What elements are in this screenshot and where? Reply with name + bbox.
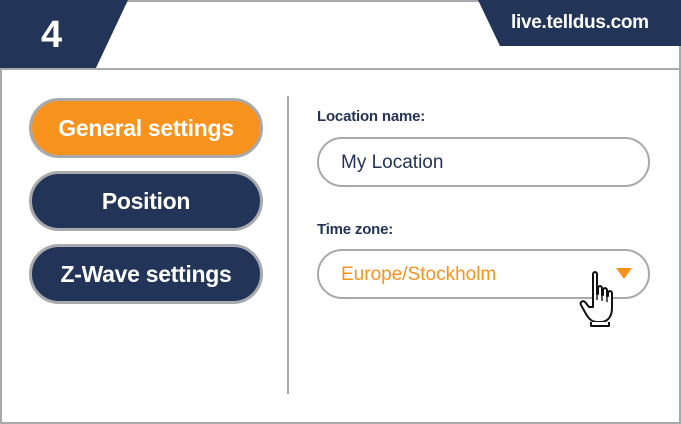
- zwave-settings-label: Z-Wave settings: [60, 260, 232, 287]
- time-zone-value: Europe/Stockholm: [341, 264, 497, 285]
- header-divider: [0, 68, 681, 70]
- position-label: Position: [101, 187, 191, 214]
- vertical-divider: [287, 96, 289, 394]
- step-number: 4: [41, 14, 63, 56]
- location-name-value: My Location: [341, 152, 444, 173]
- general-settings-button[interactable]: General settings: [29, 98, 263, 158]
- general-settings-label: General settings: [58, 114, 234, 141]
- zwave-settings-button[interactable]: Z-Wave settings: [29, 244, 263, 304]
- header-bar: 4 live.telldus.com: [0, 0, 681, 70]
- url-label[interactable]: live.telldus.com: [511, 11, 649, 35]
- step-badge: [0, 0, 128, 70]
- location-name-input[interactable]: My Location: [317, 137, 650, 187]
- hand-pointer-icon: [579, 271, 613, 327]
- location-name-label: Location name:: [317, 108, 426, 125]
- position-button[interactable]: Position: [29, 171, 263, 231]
- time-zone-label: Time zone:: [317, 221, 394, 238]
